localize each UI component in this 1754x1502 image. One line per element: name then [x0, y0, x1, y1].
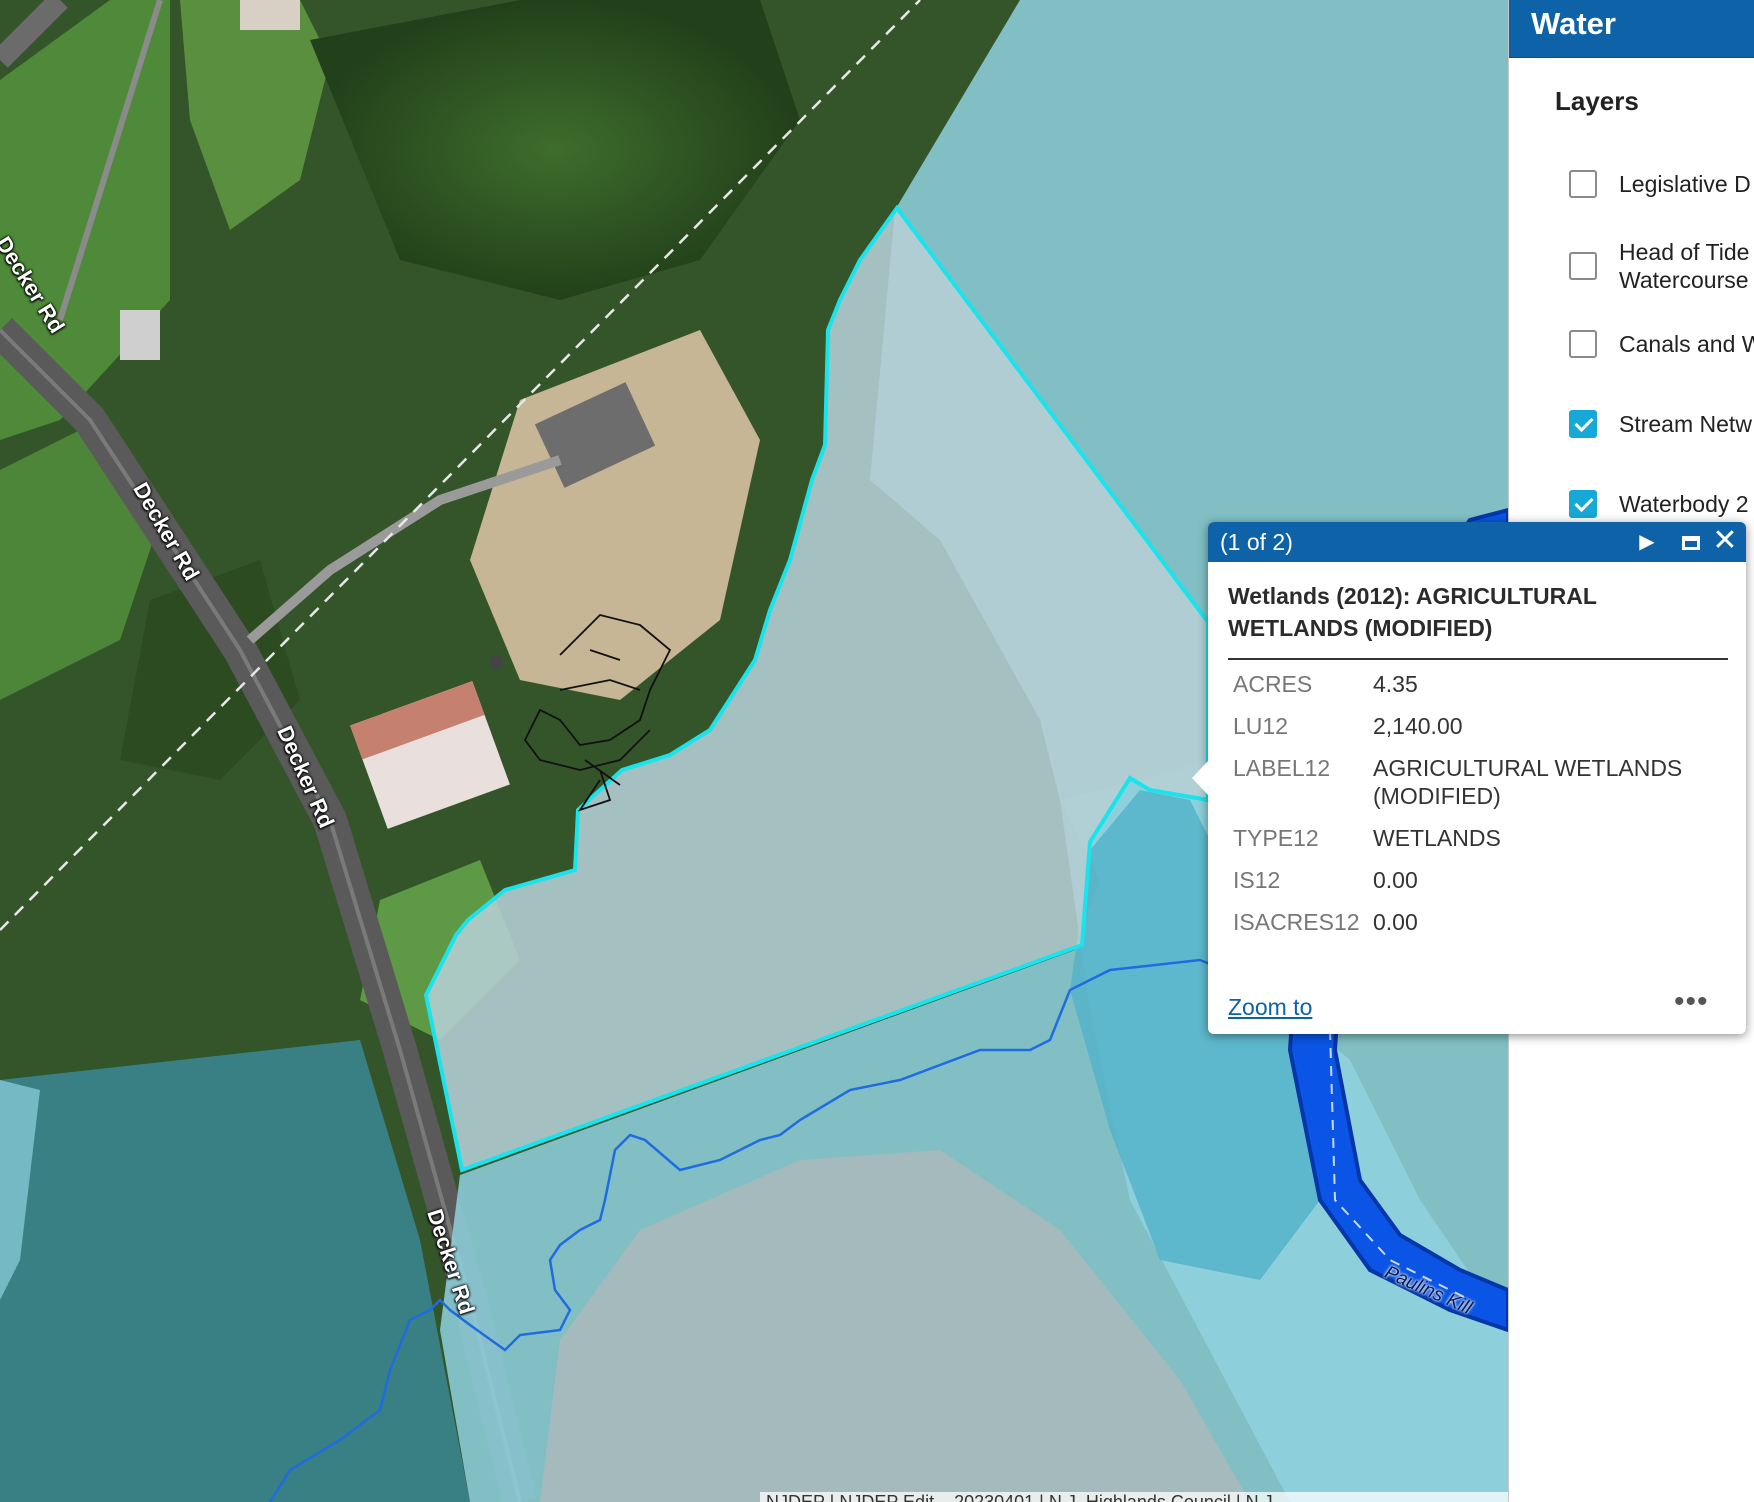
table-row: ACRES 4.35 — [1228, 670, 1728, 712]
attr-key: IS12 — [1233, 867, 1281, 893]
attr-key: TYPE12 — [1233, 825, 1319, 851]
layer-label: Head of Tide Watercourse — [1619, 238, 1749, 294]
layer-checkbox[interactable] — [1569, 330, 1597, 358]
building — [120, 310, 160, 360]
attr-value: 0.00 — [1373, 909, 1418, 935]
layer-item-stream-network[interactable]: Stream Netw — [1569, 410, 1754, 438]
layer-label: Canals and W — [1619, 331, 1754, 357]
attr-value: 0.00 — [1373, 867, 1418, 893]
layer-label-line2: Watercourse — [1619, 267, 1749, 293]
table-row: ISACRES12 0.00 — [1228, 908, 1728, 950]
building — [240, 0, 300, 30]
layer-label: Legislative D — [1619, 171, 1751, 197]
table-row: LU12 2,140.00 — [1228, 712, 1728, 754]
popup-header: (1 of 2) ▶ ✕ — [1208, 522, 1746, 562]
layer-checkbox[interactable] — [1569, 170, 1597, 198]
attribute-table: ACRES 4.35 LU12 2,140.00 LABEL12 AGRICULTUR… — [1228, 670, 1728, 950]
attr-key: ACRES — [1233, 671, 1313, 697]
layers-heading: Layers — [1555, 86, 1639, 116]
attr-value: AGRICULTURAL WETLANDS (MODIFIED) — [1373, 755, 1683, 809]
map-attribution: NJDEP | NJDEP Edit... 20230401 | N.J. Hi… — [760, 1492, 1508, 1502]
point-marker — [489, 655, 503, 669]
layer-checkbox-checked[interactable] — [1569, 490, 1597, 518]
layer-label: Waterbody 2 — [1619, 491, 1749, 517]
layer-item-legislative[interactable]: Legislative D — [1569, 170, 1754, 198]
layer-item-waterbody[interactable]: Waterbody 2 — [1569, 490, 1754, 518]
maximize-button[interactable] — [1674, 522, 1708, 562]
table-row: IS12 0.00 — [1228, 866, 1728, 908]
attr-key: LU12 — [1233, 713, 1288, 739]
feature-popup: (1 of 2) ▶ ✕ Wetlands (2012): AGRICULTUR… — [1192, 522, 1746, 1034]
layer-item-head-of-tide[interactable]: Head of Tide Watercourse — [1569, 238, 1754, 294]
close-icon: ✕ — [1712, 524, 1738, 557]
attr-value: 2,140.00 — [1373, 713, 1463, 739]
popup-counter: (1 of 2) — [1220, 529, 1293, 555]
layer-checkbox-checked[interactable] — [1569, 410, 1597, 438]
attr-key: ISACRES12 — [1233, 909, 1360, 935]
maximize-icon — [1682, 536, 1700, 550]
popup-title: Wetlands (2012): AGRICULTURAL WETLANDS (… — [1228, 580, 1728, 660]
zoom-to-link[interactable]: Zoom to — [1228, 994, 1312, 1021]
next-feature-button[interactable]: ▶ — [1630, 522, 1664, 562]
attr-key: LABEL12 — [1233, 755, 1331, 781]
layer-label: Stream Netw — [1619, 411, 1752, 437]
table-row: TYPE12 WETLANDS — [1228, 824, 1728, 866]
attr-value: 4.35 — [1373, 671, 1418, 697]
popup-pointer — [1192, 760, 1209, 796]
table-row: LABEL12 AGRICULTURAL WETLANDS (MODIFIED) — [1228, 754, 1728, 824]
close-button[interactable]: ✕ — [1708, 522, 1742, 562]
attr-value: WETLANDS — [1373, 825, 1501, 851]
play-icon: ▶ — [1639, 531, 1655, 553]
more-options-button[interactable]: ••• — [1674, 987, 1709, 1017]
layer-checkbox[interactable] — [1569, 252, 1597, 280]
layer-item-canals[interactable]: Canals and W — [1569, 330, 1754, 358]
panel-title: Water — [1509, 0, 1754, 58]
layer-label-line1: Head of Tide — [1619, 239, 1750, 265]
